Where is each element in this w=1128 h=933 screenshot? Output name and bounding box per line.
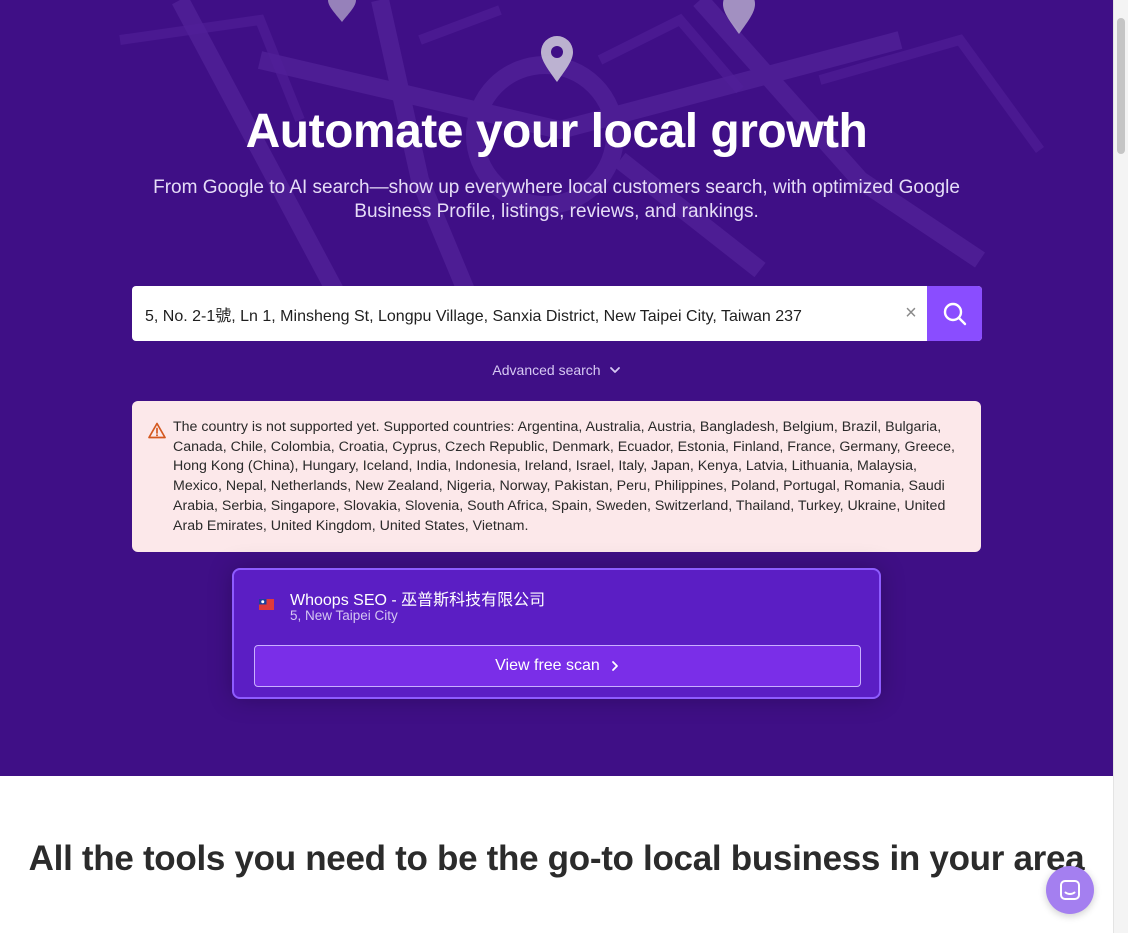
view-free-scan-label: View free scan bbox=[495, 657, 600, 674]
chevron-right-icon bbox=[611, 661, 618, 671]
page-scrollbar[interactable] bbox=[1113, 0, 1128, 933]
close-icon: × bbox=[905, 302, 917, 324]
search-button[interactable] bbox=[927, 286, 982, 341]
hero-section: Automate your local growth From Google t… bbox=[0, 0, 1113, 776]
chevron-down-icon bbox=[609, 367, 620, 373]
hero-title: Automate your local growth bbox=[245, 105, 868, 158]
search-icon bbox=[943, 302, 966, 325]
scrollbar-thumb[interactable] bbox=[1117, 18, 1125, 154]
address-search-input[interactable] bbox=[132, 286, 895, 341]
advanced-search-label: Advanced search bbox=[492, 362, 601, 378]
tools-section-title: All the tools you need to be the go-to l… bbox=[28, 839, 1085, 878]
chat-launcher-button[interactable] bbox=[1046, 866, 1094, 914]
alert-message: The country is not supported yet. Suppor… bbox=[173, 419, 955, 534]
search-bar: × bbox=[132, 286, 982, 341]
business-address: 5, New Taipei City bbox=[290, 608, 398, 623]
business-name: Whoops SEO - 巫普斯科技有限公司 bbox=[290, 592, 546, 609]
hero-subtitle: From Google to AI search—show up everywh… bbox=[153, 177, 960, 222]
warning-icon bbox=[148, 422, 166, 439]
advanced-search-toggle[interactable]: Advanced search bbox=[0, 362, 1113, 378]
chat-icon bbox=[1060, 880, 1080, 900]
taiwan-flag-icon bbox=[259, 599, 274, 610]
clear-search-button[interactable]: × bbox=[895, 286, 927, 341]
view-free-scan-button[interactable]: View free scan bbox=[254, 645, 861, 687]
unsupported-country-alert: The country is not supported yet. Suppor… bbox=[132, 401, 981, 552]
business-result-card: Whoops SEO - 巫普斯科技有限公司 5, New Taipei Cit… bbox=[232, 568, 881, 699]
